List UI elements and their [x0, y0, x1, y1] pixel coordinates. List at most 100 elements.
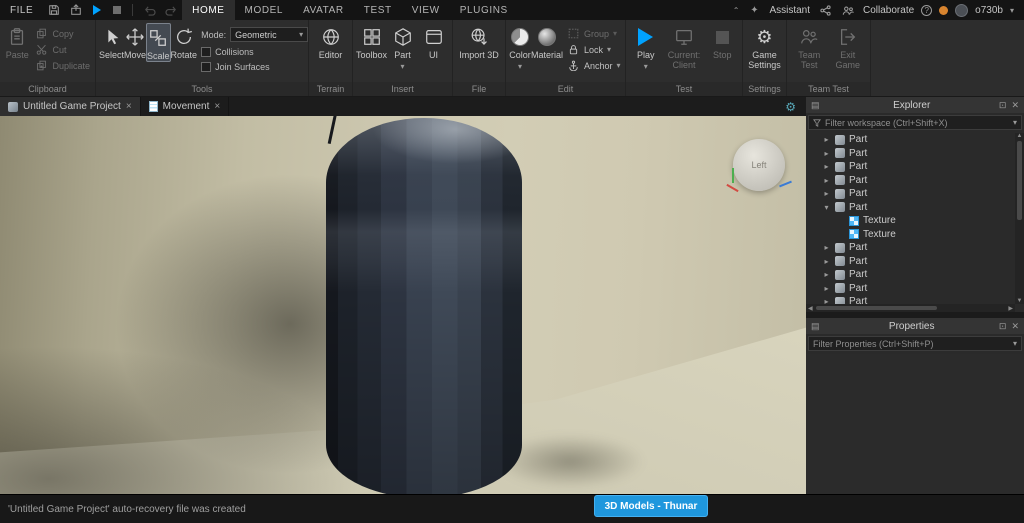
duplicate-button[interactable]: Duplicate [35, 59, 90, 72]
tree-item-part[interactable]: ▸ Part [806, 187, 1015, 201]
chevron-right-icon[interactable]: ▸ [822, 162, 831, 171]
anchor-caret-icon[interactable]: ▾ [617, 61, 621, 70]
view-cube-circle[interactable]: Left [733, 139, 785, 191]
taskbar-window-button[interactable]: 3D Models - Thunar [594, 495, 708, 517]
menubar-tab-test[interactable]: TEST [354, 0, 402, 20]
viewport-3d[interactable]: Left [0, 116, 806, 494]
select-tool-button[interactable]: Select [99, 23, 124, 60]
help-icon[interactable]: ? [921, 4, 933, 16]
current-client-button[interactable]: Current: Client [662, 23, 705, 71]
tree-item-part[interactable]: ▸ Part [806, 268, 1015, 282]
publish-icon[interactable] [68, 3, 84, 17]
redo-icon[interactable] [163, 3, 179, 17]
collisions-checkbox-row[interactable]: Collisions [201, 47, 308, 57]
quick-stop-icon[interactable] [113, 6, 122, 14]
properties-filter-input[interactable]: Filter Properties (Ctrl+Shift+P) ▾ [808, 336, 1022, 351]
toolbox-button[interactable]: Toolbox [356, 23, 387, 60]
rotate-tool-button[interactable]: Rotate [171, 23, 197, 60]
scale-tool-button[interactable]: Scale [146, 23, 171, 63]
tree-item-part[interactable]: ▾ Part [806, 201, 1015, 215]
join-surfaces-checkbox[interactable] [201, 62, 212, 72]
lock-button[interactable]: Lock ▾ [567, 43, 621, 56]
explorer-filter-input[interactable]: Filter workspace (Ctrl+Shift+X) ▾ [808, 115, 1022, 130]
properties-header[interactable]: ▤ Properties ⊡ ✕ [806, 318, 1024, 334]
team-test-button[interactable]: Team Test [790, 23, 828, 71]
assistant-button[interactable]: Assistant [769, 5, 810, 16]
menubar-tab-home[interactable]: HOME [182, 0, 235, 20]
chevron-right-icon[interactable]: ▸ [822, 189, 831, 198]
viewport-settings-gear-icon[interactable]: ⚙ [785, 97, 806, 116]
lock-caret-icon[interactable]: ▾ [607, 45, 611, 54]
close-tab-icon[interactable]: × [126, 101, 132, 112]
share-icon[interactable] [817, 3, 833, 17]
scroll-left-icon[interactable]: ◀ [806, 305, 813, 312]
scene-capsule-object[interactable] [326, 118, 522, 494]
view-cube[interactable]: Left [726, 136, 792, 200]
chevron-right-icon[interactable]: ▸ [822, 257, 831, 266]
doc-tab-movement[interactable]: Movement × [141, 97, 230, 116]
chevron-right-icon[interactable]: ▸ [822, 135, 831, 144]
quick-play-icon[interactable] [93, 5, 102, 15]
notification-icon[interactable] [939, 5, 949, 15]
play-button[interactable]: Play ▾ [629, 23, 662, 72]
chevron-right-icon[interactable]: ▸ [822, 243, 831, 252]
group-button[interactable]: Group ▾ [567, 27, 621, 40]
explorer-vertical-scrollbar[interactable]: ▲ ▼ [1015, 133, 1024, 304]
material-button[interactable]: Material [531, 23, 563, 60]
color-button[interactable]: Color ▾ [509, 23, 531, 72]
move-tool-button[interactable]: Move [124, 23, 146, 60]
explorer-header[interactable]: ▤ Explorer ⊡ ✕ [806, 97, 1024, 113]
scroll-thumb[interactable] [815, 306, 937, 310]
tree-item-texture[interactable]: Texture [806, 214, 1015, 228]
exit-game-button[interactable]: Exit Game [829, 23, 867, 71]
tree-item-part[interactable]: ▸ Part [806, 295, 1015, 304]
chevron-right-icon[interactable]: ▸ [822, 284, 831, 293]
tree-item-part[interactable]: ▸ Part [806, 147, 1015, 161]
chevron-right-icon[interactable]: ▸ [822, 149, 831, 158]
tree-item-part[interactable]: ▸ Part [806, 255, 1015, 269]
filter-caret-icon[interactable]: ▾ [1013, 118, 1017, 127]
undo-icon[interactable] [141, 3, 157, 17]
import-3d-button[interactable]: Import 3D [458, 23, 500, 60]
join-surfaces-checkbox-row[interactable]: Join Surfaces [201, 62, 308, 72]
part-caret-icon[interactable]: ▾ [401, 62, 405, 71]
collaborate-button[interactable]: Collaborate [863, 5, 914, 16]
ribbon-collapse-icon[interactable]: ⌃ [733, 6, 740, 15]
tree-item-part[interactable]: ▸ Part [806, 160, 1015, 174]
scroll-thumb[interactable] [1017, 141, 1022, 220]
chevron-right-icon[interactable]: ▸ [822, 270, 831, 279]
tree-item-part[interactable]: ▸ Part [806, 133, 1015, 147]
chevron-right-icon[interactable]: ▸ [822, 176, 831, 185]
copy-button[interactable]: Copy [35, 27, 90, 40]
menubar-tab-avatar[interactable]: AVATAR [293, 0, 354, 20]
tree-item-part[interactable]: ▸ Part [806, 282, 1015, 296]
chevron-right-icon[interactable]: ▸ [822, 297, 831, 304]
cut-button[interactable]: Cut [35, 43, 90, 56]
close-panel-icon[interactable]: ✕ [1011, 100, 1019, 111]
play-caret-icon[interactable]: ▾ [644, 62, 648, 71]
user-avatar[interactable] [955, 3, 969, 17]
menubar-tab-model[interactable]: MODEL [235, 0, 294, 20]
stop-button[interactable]: Stop [706, 23, 739, 60]
anchor-button[interactable]: Anchor ▾ [567, 59, 621, 72]
doc-tab-untitled-game-project[interactable]: Untitled Game Project × [0, 97, 141, 116]
user-menu-caret-icon[interactable]: ▾ [1010, 6, 1014, 15]
tree-item-part[interactable]: ▸ Part [806, 174, 1015, 188]
paste-button[interactable]: Paste [3, 23, 31, 60]
part-button[interactable]: Part ▾ [387, 23, 418, 72]
ui-button[interactable]: UI [418, 23, 449, 60]
chevron-down-icon[interactable]: ▾ [822, 203, 831, 212]
scroll-up-icon[interactable]: ▲ [1017, 133, 1023, 139]
explorer-horizontal-scrollbar[interactable]: ◀ ▶ [806, 304, 1015, 312]
tree-item-texture[interactable]: Texture [806, 228, 1015, 242]
scroll-down-icon[interactable]: ▼ [1017, 298, 1023, 304]
tree-item-part[interactable]: ▸ Part [806, 241, 1015, 255]
color-caret-icon[interactable]: ▾ [518, 62, 522, 71]
save-icon[interactable] [46, 3, 62, 17]
mode-dropdown[interactable]: Geometric ▾ [230, 27, 309, 42]
dock-icon[interactable]: ⊡ [999, 321, 1007, 332]
menubar-tab-view[interactable]: VIEW [402, 0, 450, 20]
file-menu-button[interactable]: FILE [0, 0, 43, 20]
filter-caret-icon[interactable]: ▾ [1013, 339, 1017, 348]
dock-icon[interactable]: ⊡ [999, 100, 1007, 111]
